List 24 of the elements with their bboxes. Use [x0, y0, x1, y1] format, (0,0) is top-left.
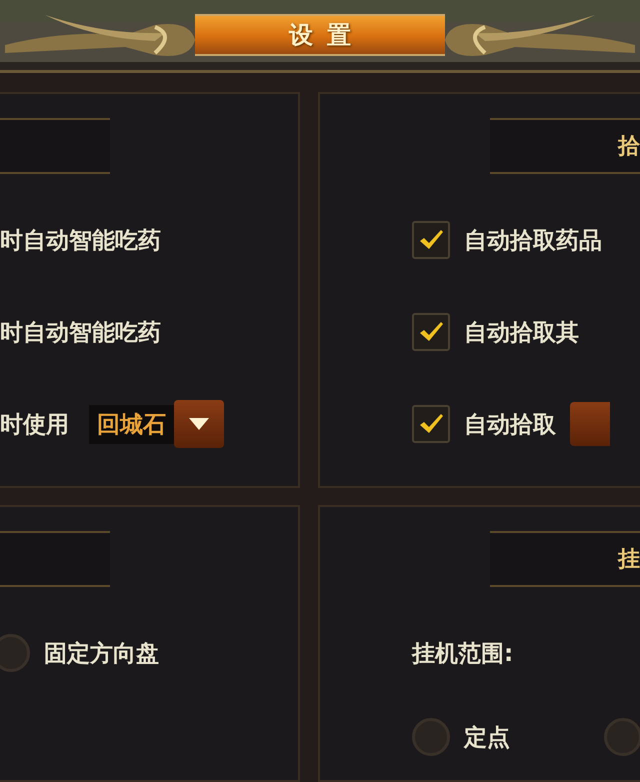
dropdown-button[interactable] — [174, 400, 224, 448]
dropdown-value[interactable]: 回城石 — [89, 404, 174, 444]
checkbox[interactable] — [412, 221, 450, 259]
radio-button[interactable] — [604, 718, 640, 756]
caret-icon — [188, 417, 210, 431]
checkmark-icon — [418, 229, 444, 251]
option-label: 时自动智能吃药 — [0, 318, 161, 348]
checkbox[interactable] — [412, 313, 450, 351]
option-label: 时使用 — [0, 410, 69, 440]
option-label: 自动拾取药品 — [464, 226, 602, 256]
checkbox[interactable] — [412, 405, 450, 443]
window-title: 设置 — [195, 14, 445, 56]
checkmark-icon — [418, 321, 444, 343]
option-label: 挂机范围: — [412, 640, 514, 668]
radio-button[interactable] — [412, 718, 450, 756]
option-label: 时自动智能吃药 — [0, 226, 161, 256]
checkmark-icon — [418, 413, 444, 435]
radio-button[interactable] — [0, 634, 30, 672]
option-label: 固定方向盘 — [44, 640, 159, 668]
option-label: 自动拾取 — [464, 410, 556, 440]
option-label: 定点 — [464, 724, 510, 752]
section-title: 拾 — [618, 133, 640, 161]
section-title: 挂 — [618, 546, 640, 574]
option-label: 自动拾取其 — [464, 318, 579, 348]
